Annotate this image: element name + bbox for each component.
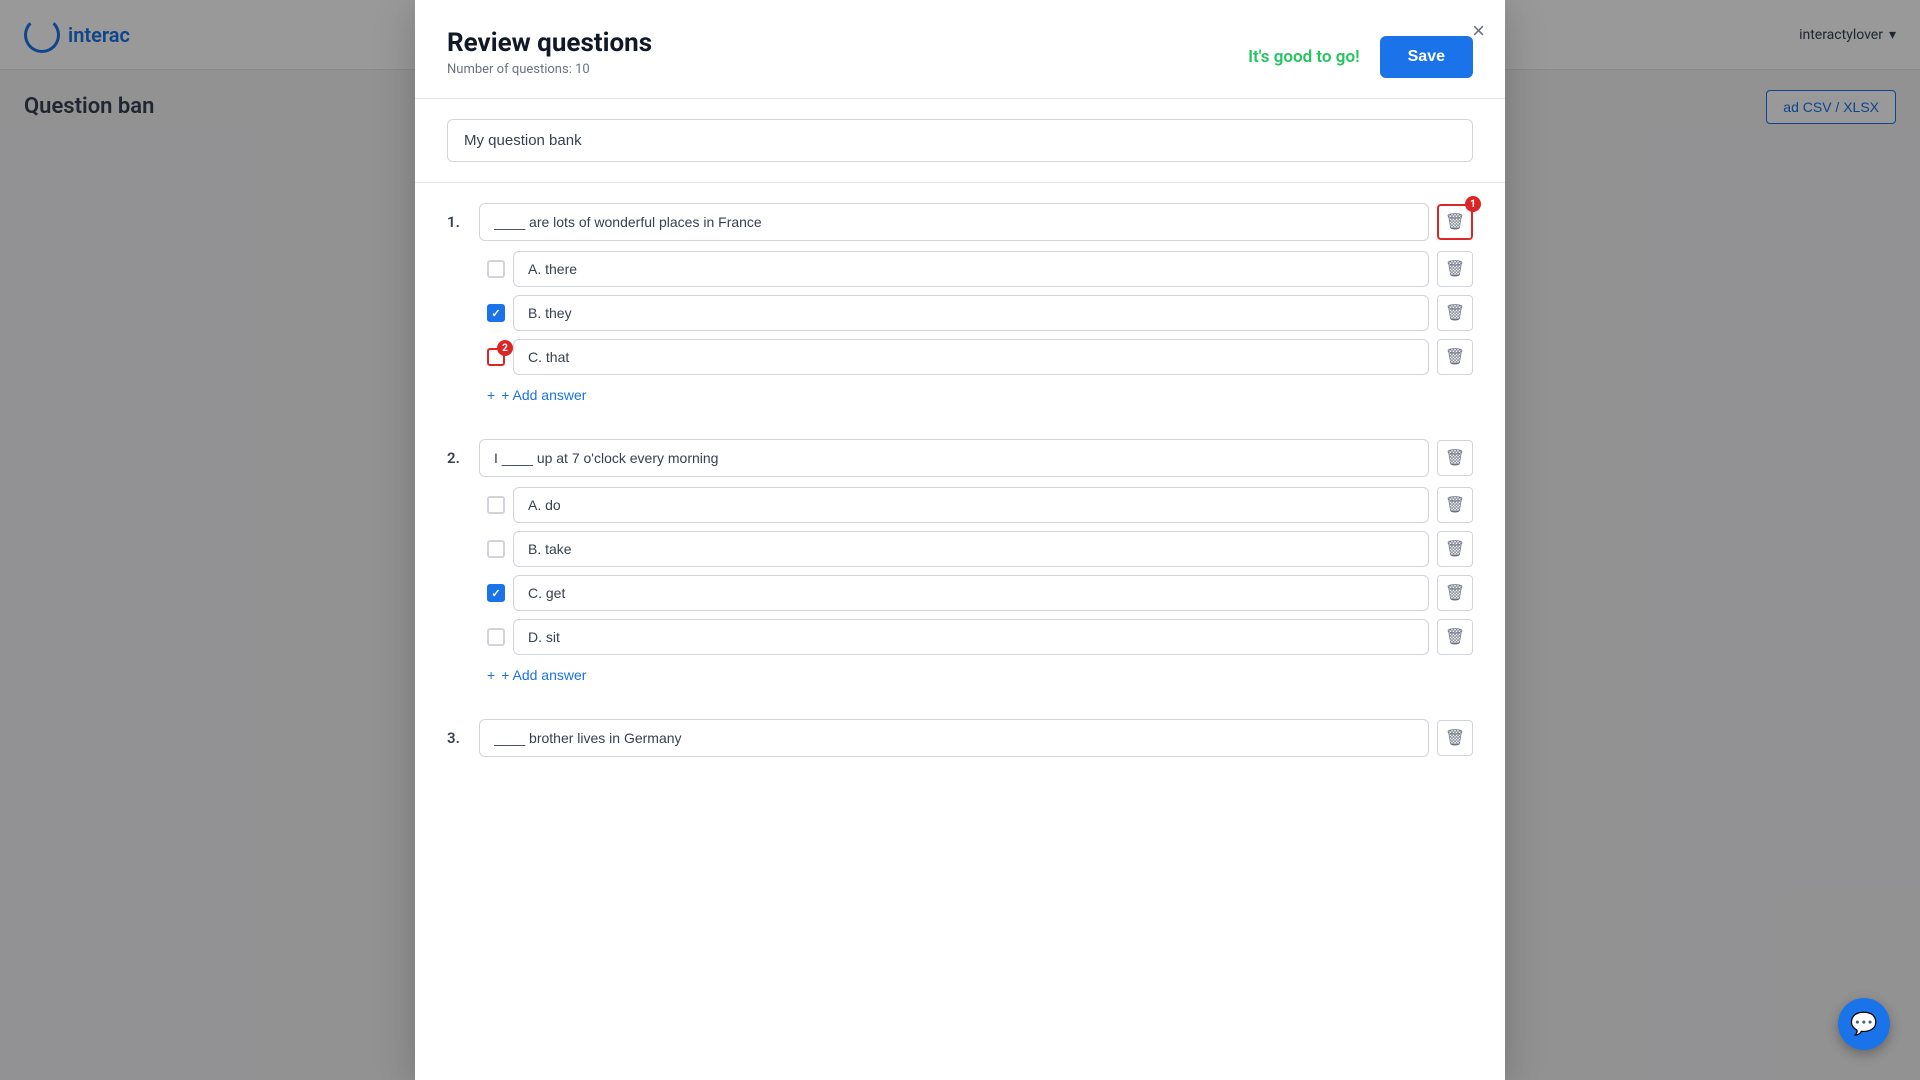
add-answer-label-2: + Add answer — [501, 667, 586, 683]
question-number-1: 1. — [447, 213, 471, 231]
answer-row-1b: 🗑 — [487, 295, 1473, 331]
question-row-2: 2. 🗑 — [447, 439, 1473, 477]
error-badge-1: 1 — [1465, 196, 1481, 212]
modal-title-section: Review questions Number of questions: 10 — [447, 28, 1248, 77]
questions-list: 1. 🗑 1 🗑 🗑 — [415, 183, 1505, 1080]
plus-icon-2: + — [487, 667, 495, 683]
answer-input-2a[interactable] — [513, 487, 1429, 523]
delete-question-button-3[interactable]: 🗑 — [1437, 720, 1473, 756]
modal-subtitle: Number of questions: 10 — [447, 62, 1248, 77]
question-block-3: 3. 🗑 — [447, 719, 1473, 757]
chat-button[interactable]: 💬 — [1838, 998, 1890, 1050]
question-block-1: 1. 🗑 1 🗑 🗑 — [447, 203, 1473, 407]
question-input-2[interactable] — [479, 439, 1429, 477]
delete-answer-button-2a[interactable]: 🗑 — [1437, 487, 1473, 523]
answer-checkbox-2a[interactable] — [487, 496, 505, 514]
add-answer-label-1: + Add answer — [501, 387, 586, 403]
answer-row-1a: 🗑 — [487, 251, 1473, 287]
review-questions-modal: Review questions Number of questions: 10… — [415, 0, 1505, 1080]
delete-answer-button-1b[interactable]: 🗑 — [1437, 295, 1473, 331]
checkbox-badge-1c: 2 — [487, 348, 505, 366]
answer-input-2b[interactable] — [513, 531, 1429, 567]
add-answer-button-2[interactable]: + + Add answer — [487, 663, 586, 687]
delete-answer-button-2d[interactable]: 🗑 — [1437, 619, 1473, 655]
question-row-1: 1. 🗑 1 — [447, 203, 1473, 241]
bank-name-input[interactable] — [447, 119, 1473, 162]
add-answer-button-1[interactable]: + + Add answer — [487, 383, 586, 407]
answer-input-2c[interactable] — [513, 575, 1429, 611]
modal-header: Review questions Number of questions: 10… — [415, 0, 1505, 99]
close-button[interactable]: × — [1472, 20, 1485, 42]
answer-checkbox-2c[interactable] — [487, 584, 505, 602]
answer-checkbox-1b[interactable] — [487, 304, 505, 322]
answer-input-1c[interactable] — [513, 339, 1429, 375]
question-input-3[interactable] — [479, 719, 1429, 757]
question-input-1[interactable] — [479, 203, 1429, 241]
save-button[interactable]: Save — [1380, 36, 1473, 78]
delete-btn-wrapper-1: 🗑 1 — [1437, 204, 1473, 240]
answer-row-2c: 🗑 — [487, 575, 1473, 611]
bank-name-section — [415, 99, 1505, 183]
answer-input-2d[interactable] — [513, 619, 1429, 655]
answer-row-2a: 🗑 — [487, 487, 1473, 523]
answer-checkbox-2d[interactable] — [487, 628, 505, 646]
chat-icon: 💬 — [1850, 1012, 1877, 1037]
answers-section-1: 🗑 🗑 2 🗑 + — [447, 251, 1473, 407]
delete-answer-button-2b[interactable]: 🗑 — [1437, 531, 1473, 567]
good-to-go-label: It's good to go! — [1248, 47, 1360, 67]
answer-checkbox-1a[interactable] — [487, 260, 505, 278]
answer-input-1b[interactable] — [513, 295, 1429, 331]
answer-checkbox-2b[interactable] — [487, 540, 505, 558]
answer-row-1c: 2 🗑 — [487, 339, 1473, 375]
plus-icon: + — [487, 387, 495, 403]
delete-answer-button-2c[interactable]: 🗑 — [1437, 575, 1473, 611]
question-number-3: 3. — [447, 729, 471, 747]
delete-answer-button-1c[interactable]: 🗑 — [1437, 339, 1473, 375]
question-row-3: 3. 🗑 — [447, 719, 1473, 757]
modal-title: Review questions — [447, 28, 1248, 58]
question-block-2: 2. 🗑 🗑 🗑 — [447, 439, 1473, 687]
error-badge-2: 2 — [497, 340, 513, 356]
answers-section-2: 🗑 🗑 🗑 🗑 — [447, 487, 1473, 687]
question-number-2: 2. — [447, 449, 471, 467]
answer-input-1a[interactable] — [513, 251, 1429, 287]
answer-row-2b: 🗑 — [487, 531, 1473, 567]
header-actions: It's good to go! Save — [1248, 36, 1473, 78]
delete-question-button-2[interactable]: 🗑 — [1437, 440, 1473, 476]
answer-row-2d: 🗑 — [487, 619, 1473, 655]
delete-answer-button-1a[interactable]: 🗑 — [1437, 251, 1473, 287]
